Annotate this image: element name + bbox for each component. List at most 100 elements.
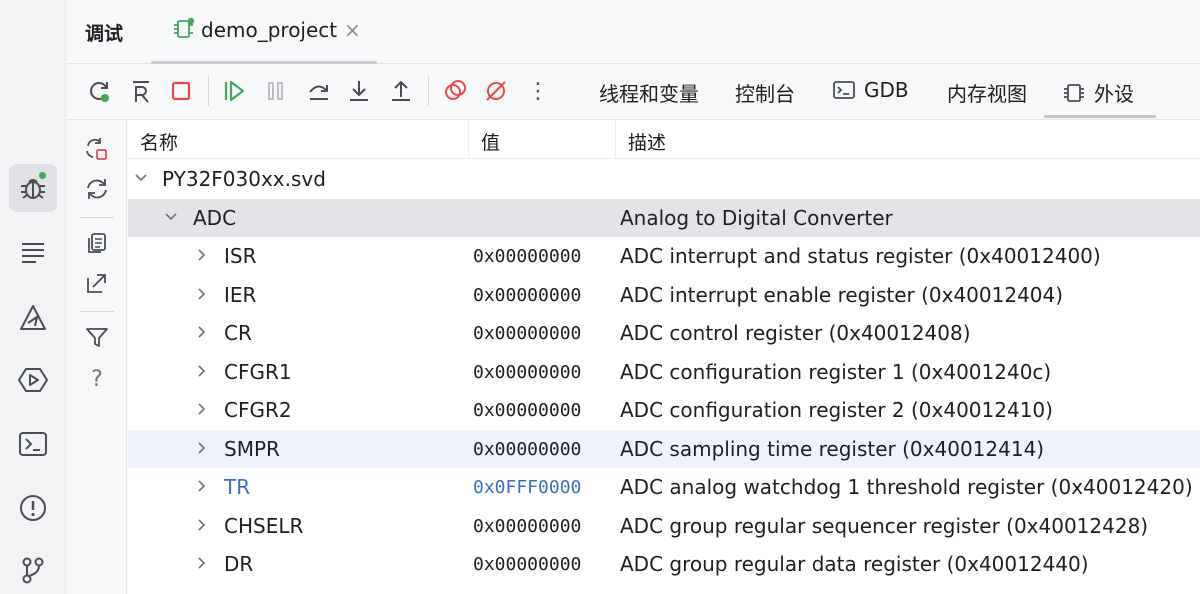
table-row[interactable]: CR 0x00000000 ADC control register (0x40… — [128, 314, 1200, 353]
header-description[interactable]: 描述 — [628, 128, 666, 155]
row-name: ADC — [193, 205, 237, 230]
chevron-down-icon[interactable] — [132, 169, 150, 187]
row-description: ADC sampling time register (0x40012414) — [620, 436, 1045, 461]
row-description: ADC analog watchdog 1 threshold register… — [620, 475, 1193, 499]
step-out-icon — [392, 80, 410, 101]
row-value[interactable]: 0x00000000 — [473, 516, 581, 537]
table-row[interactable]: DR 0x00000000 ADC group regular data reg… — [128, 545, 1200, 584]
run-tool-button[interactable] — [9, 356, 57, 404]
row-value[interactable]: 0x00000000 — [473, 439, 581, 460]
git-branch-icon — [22, 557, 44, 584]
row-value[interactable]: 0x00000000 — [473, 400, 581, 421]
refresh-all-button[interactable] — [82, 174, 112, 204]
tab-label: 控制台 — [735, 82, 795, 106]
refresh-stop-icon — [86, 138, 107, 160]
step-into-button[interactable] — [344, 76, 374, 106]
problems-tool-button[interactable] — [9, 484, 57, 532]
row-value[interactable]: 0x00000000 — [473, 323, 581, 344]
terminal-icon — [19, 432, 47, 456]
column-divider[interactable] — [468, 120, 469, 159]
structure-tool-button[interactable] — [9, 228, 57, 276]
stop-button[interactable] — [166, 76, 196, 106]
table-row[interactable]: CFGR2 0x00000000 ADC configuration regis… — [128, 391, 1200, 430]
row-value[interactable]: 0x0FFF0000 — [473, 477, 581, 498]
restart-button[interactable] — [126, 76, 156, 106]
mute-breakpoints-button[interactable] — [481, 76, 511, 106]
chevron-right-icon[interactable] — [192, 516, 210, 534]
chevron-right-icon[interactable] — [192, 323, 210, 341]
row-description: Analog to Digital Converter — [620, 205, 893, 230]
row-value[interactable]: 0x00000000 — [473, 362, 581, 383]
row-name: IER — [224, 282, 257, 307]
column-divider[interactable] — [615, 120, 616, 159]
header-name[interactable]: 名称 — [140, 128, 178, 155]
tab-peripherals[interactable]: 外设 — [1062, 78, 1134, 107]
tab-label: 外设 — [1094, 82, 1134, 106]
git-tool-button[interactable] — [9, 546, 57, 594]
row-name: CFGR2 — [224, 398, 292, 422]
panel-title: 调试 — [85, 23, 124, 45]
table-row[interactable]: SMPR 0x00000000 ADC sampling time regist… — [128, 429, 1200, 468]
row-description: ADC configuration register 1 (0x4001240c… — [620, 359, 1052, 384]
pause-button[interactable] — [261, 76, 291, 106]
tab-threads-variables[interactable]: 线程和变量 — [599, 78, 699, 107]
row-description: ADC group regular data register (0x40012… — [620, 552, 1089, 576]
resume-button[interactable] — [219, 76, 249, 106]
table-row[interactable]: CFGR1 0x00000000 ADC configuration regis… — [128, 353, 1200, 392]
terminal-icon — [833, 81, 855, 99]
step-over-button[interactable] — [304, 76, 334, 106]
step-out-button[interactable] — [386, 76, 416, 106]
filter-button[interactable] — [82, 322, 112, 352]
table-row[interactable]: CHSELR 0x00000000 ADC group regular sequ… — [128, 507, 1200, 546]
table-row[interactable]: ISR 0x00000000 ADC interrupt and status … — [128, 237, 1200, 276]
tab-demo-project[interactable]: demo_project × — [151, 0, 377, 64]
row-value[interactable]: 0x00000000 — [473, 246, 581, 267]
view-breakpoints-button[interactable] — [440, 76, 470, 106]
chip-icon — [174, 17, 195, 38]
header-value[interactable]: 值 — [481, 128, 500, 155]
close-icon[interactable]: × — [344, 18, 361, 42]
row-name: PY32F030xx.svd — [162, 167, 326, 191]
tab-gdb[interactable]: GDB — [832, 78, 909, 102]
row-value[interactable]: 0x00000000 — [473, 285, 581, 306]
tab-console[interactable]: 控制台 — [735, 78, 795, 107]
table-row[interactable]: IER 0x00000000 ADC interrupt enable regi… — [128, 276, 1200, 315]
refresh-selected-button[interactable] — [82, 134, 112, 164]
row-description: ADC control register (0x40012408) — [620, 321, 971, 345]
tree-row-root[interactable]: PY32F030xx.svd — [128, 160, 1200, 199]
export-button[interactable] — [82, 268, 112, 298]
tree-row-adc[interactable]: ADC Analog to Digital Converter — [128, 198, 1200, 237]
chevron-right-icon[interactable] — [192, 477, 210, 495]
chevron-right-icon[interactable] — [192, 246, 210, 264]
chevron-right-icon[interactable] — [192, 285, 210, 303]
chevron-right-icon[interactable] — [192, 400, 210, 418]
build-tool-button[interactable] — [9, 294, 57, 342]
side-toolbar: ? — [66, 120, 127, 594]
chevron-right-icon[interactable] — [192, 362, 210, 380]
active-tab-underline — [1044, 115, 1156, 118]
row-value[interactable]: 0x00000000 — [473, 554, 581, 575]
debug-tool-button[interactable] — [9, 164, 57, 212]
chevron-down-icon[interactable] — [162, 208, 180, 226]
row-description: ADC interrupt and status register (0x400… — [620, 244, 1101, 268]
hexagon-play-icon — [18, 368, 48, 392]
more-icon[interactable]: ⋮ — [523, 76, 553, 106]
toolbar-divider — [208, 76, 209, 106]
chevron-right-icon[interactable] — [192, 439, 210, 457]
chip-icon — [1064, 83, 1084, 102]
row-name: SMPR — [224, 436, 280, 461]
rerun-button[interactable] — [84, 76, 114, 106]
step-into-icon — [350, 81, 368, 101]
tab-memory-view[interactable]: 内存视图 — [947, 78, 1027, 107]
copy-button[interactable] — [82, 227, 112, 257]
copy-icon — [88, 233, 106, 253]
row-name: TR — [224, 475, 251, 499]
help-icon[interactable]: ? — [82, 364, 112, 394]
table-row[interactable]: TR 0x0FFF0000 ADC analog watchdog 1 thre… — [128, 468, 1200, 507]
filter-icon — [86, 328, 108, 347]
triangle-icon — [20, 305, 46, 330]
row-name: CHSELR — [224, 513, 304, 538]
terminal-tool-button[interactable] — [9, 420, 57, 468]
pause-icon — [268, 82, 283, 100]
chevron-right-icon[interactable] — [192, 554, 210, 572]
